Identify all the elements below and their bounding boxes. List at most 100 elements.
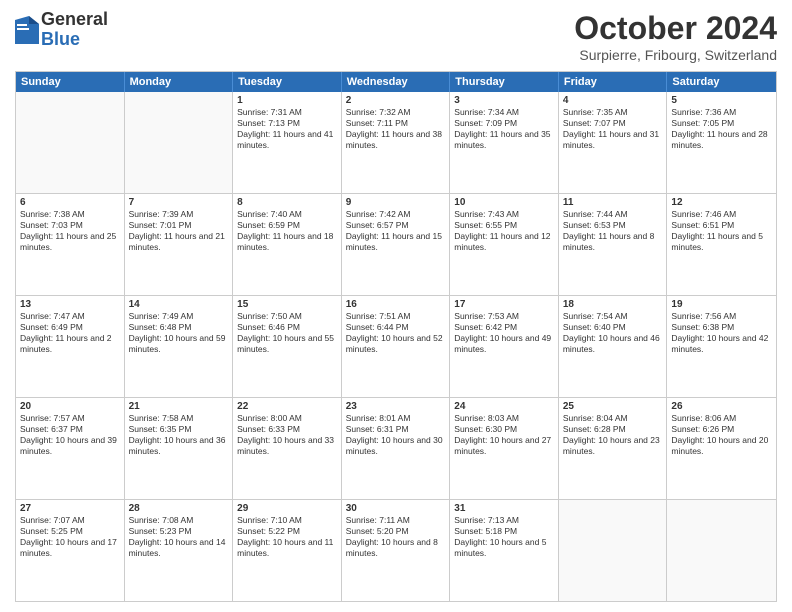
calendar-cell: 12Sunrise: 7:46 AM Sunset: 6:51 PM Dayli… [667, 194, 776, 295]
day-info: Sunrise: 7:07 AM Sunset: 5:25 PM Dayligh… [20, 515, 120, 559]
day-number: 16 [346, 299, 446, 310]
calendar-cell: 7Sunrise: 7:39 AM Sunset: 7:01 PM Daylig… [125, 194, 234, 295]
header-day-monday: Monday [125, 72, 234, 92]
day-info: Sunrise: 7:57 AM Sunset: 6:37 PM Dayligh… [20, 413, 120, 457]
day-info: Sunrise: 7:36 AM Sunset: 7:05 PM Dayligh… [671, 107, 772, 151]
day-number: 29 [237, 503, 337, 514]
day-info: Sunrise: 7:51 AM Sunset: 6:44 PM Dayligh… [346, 311, 446, 355]
day-info: Sunrise: 7:08 AM Sunset: 5:23 PM Dayligh… [129, 515, 229, 559]
day-info: Sunrise: 8:00 AM Sunset: 6:33 PM Dayligh… [237, 413, 337, 457]
day-number: 12 [671, 197, 772, 208]
logo-blue-text: Blue [41, 30, 108, 50]
calendar-cell: 17Sunrise: 7:53 AM Sunset: 6:42 PM Dayli… [450, 296, 559, 397]
day-number: 22 [237, 401, 337, 412]
day-info: Sunrise: 8:04 AM Sunset: 6:28 PM Dayligh… [563, 413, 663, 457]
calendar-cell: 25Sunrise: 8:04 AM Sunset: 6:28 PM Dayli… [559, 398, 668, 499]
calendar-cell: 31Sunrise: 7:13 AM Sunset: 5:18 PM Dayli… [450, 500, 559, 601]
day-number: 3 [454, 95, 554, 106]
header-day-thursday: Thursday [450, 72, 559, 92]
calendar-cell: 18Sunrise: 7:54 AM Sunset: 6:40 PM Dayli… [559, 296, 668, 397]
day-info: Sunrise: 7:38 AM Sunset: 7:03 PM Dayligh… [20, 209, 120, 253]
calendar-row-2: 13Sunrise: 7:47 AM Sunset: 6:49 PM Dayli… [16, 295, 776, 397]
calendar-cell: 3Sunrise: 7:34 AM Sunset: 7:09 PM Daylig… [450, 92, 559, 193]
logo: General Blue [15, 10, 108, 50]
calendar-row-4: 27Sunrise: 7:07 AM Sunset: 5:25 PM Dayli… [16, 499, 776, 601]
day-number: 14 [129, 299, 229, 310]
calendar-row-1: 6Sunrise: 7:38 AM Sunset: 7:03 PM Daylig… [16, 193, 776, 295]
header-day-friday: Friday [559, 72, 668, 92]
calendar-cell: 5Sunrise: 7:36 AM Sunset: 7:05 PM Daylig… [667, 92, 776, 193]
day-number: 31 [454, 503, 554, 514]
day-number: 15 [237, 299, 337, 310]
calendar-cell: 22Sunrise: 8:00 AM Sunset: 6:33 PM Dayli… [233, 398, 342, 499]
calendar-cell: 21Sunrise: 7:58 AM Sunset: 6:35 PM Dayli… [125, 398, 234, 499]
calendar-row-3: 20Sunrise: 7:57 AM Sunset: 6:37 PM Dayli… [16, 397, 776, 499]
day-number: 2 [346, 95, 446, 106]
day-info: Sunrise: 7:34 AM Sunset: 7:09 PM Dayligh… [454, 107, 554, 151]
calendar-body: 1Sunrise: 7:31 AM Sunset: 7:13 PM Daylig… [16, 92, 776, 601]
day-number: 26 [671, 401, 772, 412]
day-info: Sunrise: 7:58 AM Sunset: 6:35 PM Dayligh… [129, 413, 229, 457]
calendar-cell: 19Sunrise: 7:56 AM Sunset: 6:38 PM Dayli… [667, 296, 776, 397]
day-info: Sunrise: 7:54 AM Sunset: 6:40 PM Dayligh… [563, 311, 663, 355]
logo-general-text: General [41, 10, 108, 30]
day-number: 4 [563, 95, 663, 106]
day-number: 17 [454, 299, 554, 310]
day-number: 6 [20, 197, 120, 208]
day-number: 10 [454, 197, 554, 208]
calendar-cell [125, 92, 234, 193]
day-info: Sunrise: 7:39 AM Sunset: 7:01 PM Dayligh… [129, 209, 229, 253]
header: General Blue October 2024 Surpierre, Fri… [15, 10, 777, 63]
day-number: 1 [237, 95, 337, 106]
header-day-tuesday: Tuesday [233, 72, 342, 92]
calendar-cell: 15Sunrise: 7:50 AM Sunset: 6:46 PM Dayli… [233, 296, 342, 397]
calendar-cell: 16Sunrise: 7:51 AM Sunset: 6:44 PM Dayli… [342, 296, 451, 397]
day-number: 28 [129, 503, 229, 514]
day-info: Sunrise: 8:06 AM Sunset: 6:26 PM Dayligh… [671, 413, 772, 457]
day-info: Sunrise: 7:56 AM Sunset: 6:38 PM Dayligh… [671, 311, 772, 355]
day-number: 20 [20, 401, 120, 412]
day-info: Sunrise: 7:42 AM Sunset: 6:57 PM Dayligh… [346, 209, 446, 253]
calendar-cell: 28Sunrise: 7:08 AM Sunset: 5:23 PM Dayli… [125, 500, 234, 601]
day-number: 23 [346, 401, 446, 412]
day-info: Sunrise: 7:31 AM Sunset: 7:13 PM Dayligh… [237, 107, 337, 151]
day-info: Sunrise: 7:40 AM Sunset: 6:59 PM Dayligh… [237, 209, 337, 253]
calendar-cell [559, 500, 668, 601]
page: General Blue October 2024 Surpierre, Fri… [0, 0, 792, 612]
day-number: 25 [563, 401, 663, 412]
day-number: 11 [563, 197, 663, 208]
calendar-cell [16, 92, 125, 193]
calendar-cell: 13Sunrise: 7:47 AM Sunset: 6:49 PM Dayli… [16, 296, 125, 397]
calendar-cell: 10Sunrise: 7:43 AM Sunset: 6:55 PM Dayli… [450, 194, 559, 295]
day-info: Sunrise: 8:01 AM Sunset: 6:31 PM Dayligh… [346, 413, 446, 457]
calendar-cell [667, 500, 776, 601]
logo-icon [15, 16, 39, 44]
calendar-cell: 20Sunrise: 7:57 AM Sunset: 6:37 PM Dayli… [16, 398, 125, 499]
location-subtitle: Surpierre, Fribourg, Switzerland [574, 47, 777, 63]
day-number: 19 [671, 299, 772, 310]
day-info: Sunrise: 7:35 AM Sunset: 7:07 PM Dayligh… [563, 107, 663, 151]
calendar-cell: 23Sunrise: 8:01 AM Sunset: 6:31 PM Dayli… [342, 398, 451, 499]
calendar-cell: 9Sunrise: 7:42 AM Sunset: 6:57 PM Daylig… [342, 194, 451, 295]
logo-text: General Blue [41, 10, 108, 50]
title-area: October 2024 Surpierre, Fribourg, Switze… [574, 10, 777, 63]
header-day-wednesday: Wednesday [342, 72, 451, 92]
day-info: Sunrise: 7:50 AM Sunset: 6:46 PM Dayligh… [237, 311, 337, 355]
day-number: 8 [237, 197, 337, 208]
day-info: Sunrise: 7:47 AM Sunset: 6:49 PM Dayligh… [20, 311, 120, 355]
day-number: 27 [20, 503, 120, 514]
header-day-sunday: Sunday [16, 72, 125, 92]
calendar-cell: 11Sunrise: 7:44 AM Sunset: 6:53 PM Dayli… [559, 194, 668, 295]
calendar-row-0: 1Sunrise: 7:31 AM Sunset: 7:13 PM Daylig… [16, 92, 776, 193]
header-day-saturday: Saturday [667, 72, 776, 92]
calendar-cell: 2Sunrise: 7:32 AM Sunset: 7:11 PM Daylig… [342, 92, 451, 193]
calendar-cell: 8Sunrise: 7:40 AM Sunset: 6:59 PM Daylig… [233, 194, 342, 295]
calendar: SundayMondayTuesdayWednesdayThursdayFrid… [15, 71, 777, 602]
day-info: Sunrise: 7:44 AM Sunset: 6:53 PM Dayligh… [563, 209, 663, 253]
day-number: 7 [129, 197, 229, 208]
calendar-cell: 26Sunrise: 8:06 AM Sunset: 6:26 PM Dayli… [667, 398, 776, 499]
day-number: 24 [454, 401, 554, 412]
day-number: 13 [20, 299, 120, 310]
day-info: Sunrise: 7:13 AM Sunset: 5:18 PM Dayligh… [454, 515, 554, 559]
day-info: Sunrise: 7:32 AM Sunset: 7:11 PM Dayligh… [346, 107, 446, 151]
